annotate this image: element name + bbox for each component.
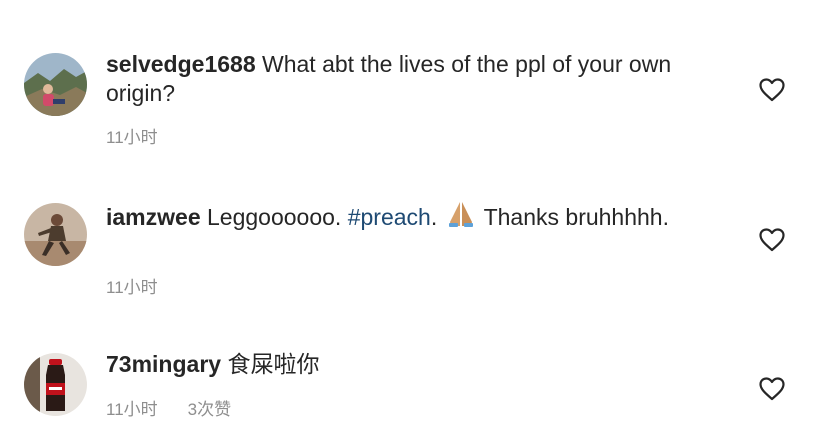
comment-body: Thanks bruhhhhh. (477, 204, 669, 230)
comment-text: 73mingary 食屎啦你 (106, 350, 716, 379)
comment-text: iamzwee Leggoooooo. #preach. Thanks bruh… (106, 200, 716, 235)
comment-text: selvedge1688 What abt the lives of the p… (106, 50, 716, 108)
likes-count[interactable]: 3次赞 (188, 400, 231, 419)
hashtag-link[interactable]: #preach (348, 204, 431, 230)
comment-username[interactable]: iamzwee (106, 204, 201, 230)
comment-timestamp: 11小时 (106, 278, 158, 297)
avatar[interactable] (24, 203, 87, 266)
comment-timestamp: 11小时 (106, 128, 158, 147)
avatar[interactable] (24, 353, 87, 416)
comment-meta: 11小时 (106, 123, 158, 148)
comment-body: . (430, 204, 444, 230)
comment-username[interactable]: selvedge1688 (106, 51, 256, 77)
comment-username[interactable]: 73mingary (106, 351, 221, 377)
comment-body: 食屎啦你 (221, 351, 320, 377)
comment-timestamp: 11小时 (106, 400, 158, 419)
heart-outline-icon[interactable] (759, 228, 785, 252)
comment-meta: 11小时 (106, 273, 158, 298)
folded-hands-emoji-icon (446, 200, 476, 235)
heart-outline-icon[interactable] (759, 377, 785, 401)
comment-meta: 11小时 3次赞 (106, 395, 231, 420)
comment-body: Leggoooooo. (200, 204, 348, 230)
avatar[interactable] (24, 53, 87, 116)
heart-outline-icon[interactable] (759, 78, 785, 102)
